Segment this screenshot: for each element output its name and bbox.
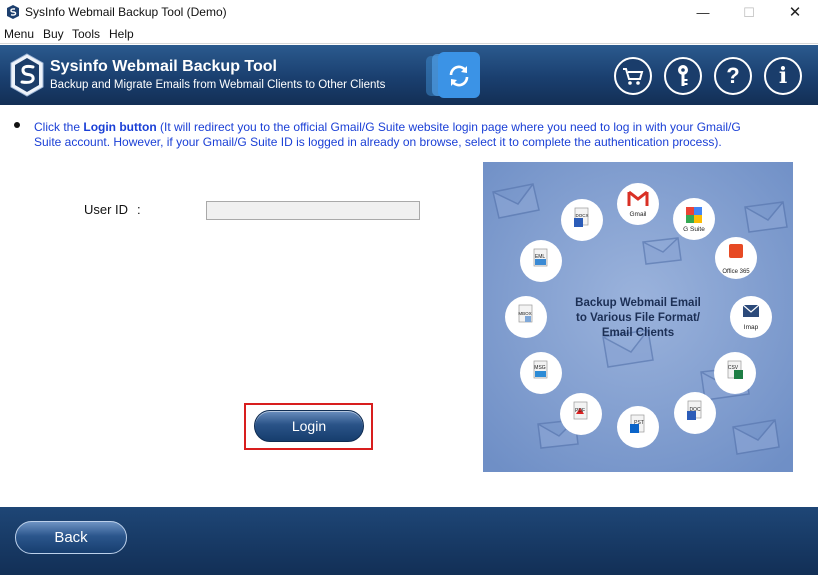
csv-badge: CSV: [714, 352, 756, 394]
msg-badge: MSG: [520, 352, 562, 394]
title-bar: SysInfo Webmail Backup Tool (Demo) — ☐ ✕: [0, 0, 818, 26]
gmail-badge: Gmail: [617, 183, 659, 225]
userid-colon: :: [137, 202, 141, 217]
footer-bar: Back: [0, 507, 818, 575]
menu-bar: Menu Buy Tools Help: [0, 26, 818, 44]
menu-item-tools[interactable]: Tools: [72, 27, 100, 41]
help-icon: ?: [726, 63, 740, 88]
doc-label: DOC: [689, 407, 701, 413]
logo-icon: [10, 53, 44, 97]
instruction-bold: Login button: [83, 120, 157, 134]
center-line-3: Email Clients: [602, 327, 674, 339]
app-title: Sysinfo Webmail Backup Tool: [50, 58, 277, 75]
docx-label: DOCX: [575, 213, 588, 218]
mbox-badge: MBOX: [505, 296, 547, 338]
app-icon: [7, 5, 19, 19]
menu-item-menu[interactable]: Menu: [4, 27, 34, 41]
eml-badge: EML: [520, 240, 562, 282]
mbox-label: MBOX: [518, 311, 531, 316]
userid-label: User ID: [84, 202, 129, 217]
imap-label: Imap: [744, 324, 759, 331]
center-line-2: to Various File Format/: [576, 312, 701, 324]
header-banner: Sysinfo Webmail Backup Tool Backup and M…: [0, 45, 818, 105]
menu-item-buy[interactable]: Buy: [43, 27, 64, 41]
cart-icon: [623, 68, 644, 85]
bullet-icon: [14, 122, 20, 128]
minimize-button[interactable]: —: [680, 0, 726, 26]
help-button[interactable]: ?: [714, 57, 752, 95]
info-icon: i: [778, 63, 788, 89]
info-button[interactable]: i: [764, 57, 802, 95]
maximize-button[interactable]: ☐: [726, 0, 772, 26]
eml-label: EML: [535, 254, 546, 260]
app-subtitle: Backup and Migrate Emails from Webmail C…: [50, 79, 386, 91]
activate-key-button[interactable]: [664, 57, 702, 95]
gsuite-badge: G Suite: [673, 198, 715, 240]
pdf-badge: PDF: [560, 393, 602, 435]
imap-badge: Imap: [730, 296, 772, 338]
close-button[interactable]: ✕: [772, 0, 818, 26]
sync-graphic-icon: [426, 52, 480, 98]
instruction-text: Click the Login button (It will redirect…: [34, 120, 764, 150]
doc-badge: DOC: [674, 392, 716, 434]
center-line-1: Backup Webmail Email: [575, 297, 701, 309]
office365-label: Office 365: [722, 269, 750, 275]
office365-badge: Office 365: [715, 237, 757, 279]
pst-label: PST: [634, 420, 644, 426]
window-title: SysInfo Webmail Backup Tool (Demo): [25, 5, 227, 19]
menu-item-help[interactable]: Help: [109, 27, 134, 41]
gmail-label: Gmail: [630, 211, 648, 218]
pdf-label: PDF: [575, 408, 585, 414]
formats-illustration: Backup Webmail Email to Various File For…: [483, 162, 793, 472]
csv-label: CSV: [728, 365, 739, 371]
pst-badge: PST: [617, 406, 659, 448]
userid-field[interactable]: [206, 201, 420, 220]
back-button[interactable]: Back: [15, 521, 127, 554]
key-icon: [678, 65, 688, 86]
buy-cart-button[interactable]: [614, 57, 652, 95]
login-button[interactable]: Login: [254, 410, 364, 442]
msg-label: MSG: [534, 365, 546, 371]
instruction-prefix: Click the: [34, 120, 84, 134]
gsuite-label: G Suite: [683, 226, 705, 233]
docx-badge: DOCX: [561, 199, 603, 241]
